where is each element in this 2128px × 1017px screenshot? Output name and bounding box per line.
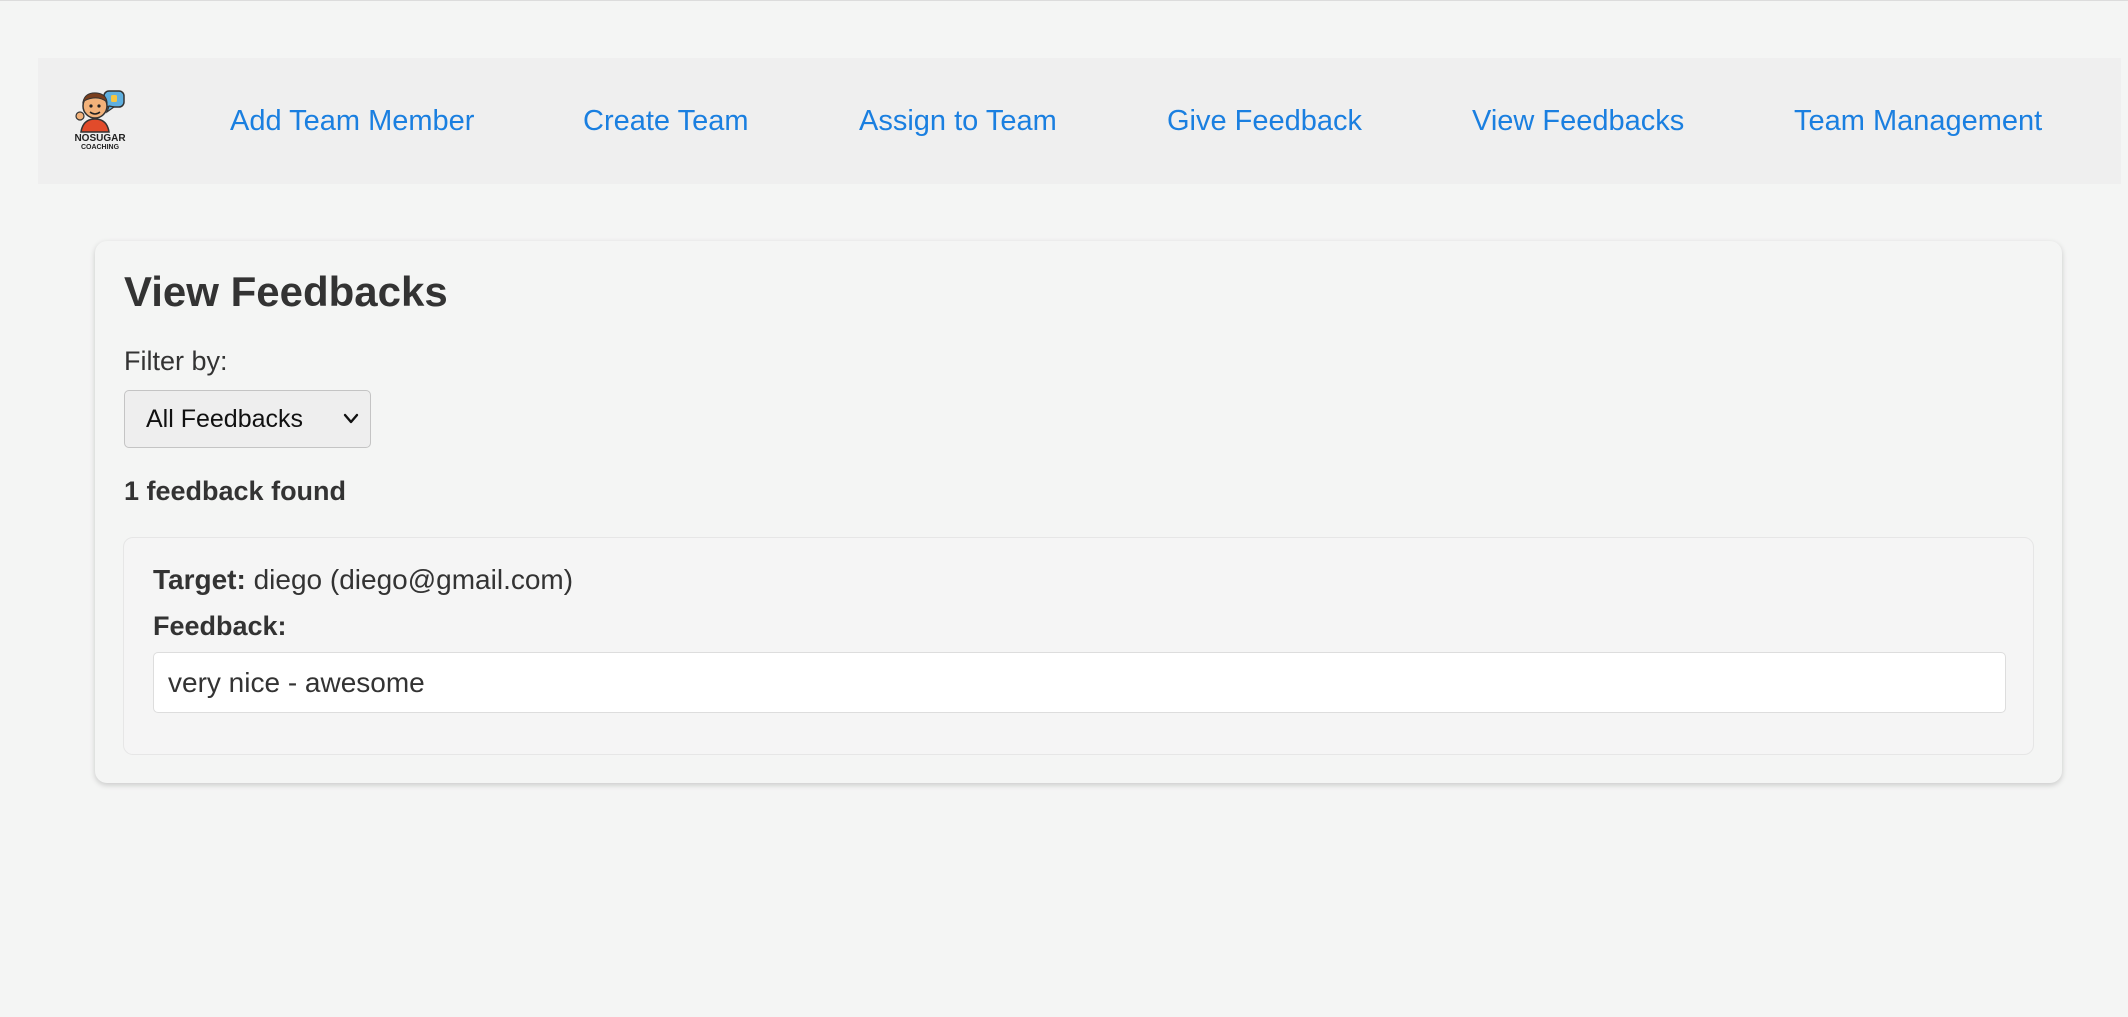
filter-select-value: All Feedbacks <box>146 405 304 433</box>
view-feedbacks-card: View Feedbacks Filter by: All Feedbacks … <box>95 241 2062 783</box>
nav-link-create-team[interactable]: Create Team <box>583 104 749 138</box>
top-navbar: NOSUGAR COACHING Add Team Member Create … <box>38 58 2121 184</box>
feedback-count: 1 feedback found <box>124 476 347 506</box>
top-divider <box>0 0 2128 1</box>
chevron-down-icon <box>343 413 359 424</box>
nav-link-view-feedbacks[interactable]: View Feedbacks <box>1472 104 1684 138</box>
feedback-text-box: very nice - awesome <box>153 652 2006 713</box>
filter-label: Filter by: <box>124 346 228 376</box>
target-value: diego (diego@gmail.com) <box>253 564 574 595</box>
logo-text-line1: NOSUGAR <box>74 133 126 144</box>
nav-link-team-management[interactable]: Team Management <box>1794 104 2042 138</box>
filter-select[interactable]: All Feedbacks <box>124 390 371 448</box>
nosugar-coaching-logo[interactable]: NOSUGAR COACHING <box>71 88 129 154</box>
nav-link-assign-to-team[interactable]: Assign to Team <box>859 104 1057 138</box>
page-title: View Feedbacks <box>124 268 448 315</box>
feedback-target-row: Target: diego (diego@gmail.com) <box>153 563 573 597</box>
nav-link-add-team-member[interactable]: Add Team Member <box>230 104 474 138</box>
feedback-label: Feedback: <box>153 611 287 641</box>
logo-text-line2: COACHING <box>81 144 120 151</box>
nav-link-give-feedback[interactable]: Give Feedback <box>1167 104 1362 138</box>
target-label: Target: <box>153 564 246 595</box>
coach-mascot-icon: NOSUGAR COACHING <box>74 90 126 151</box>
feedback-item: Target: diego (diego@gmail.com) Feedback… <box>123 537 2034 755</box>
